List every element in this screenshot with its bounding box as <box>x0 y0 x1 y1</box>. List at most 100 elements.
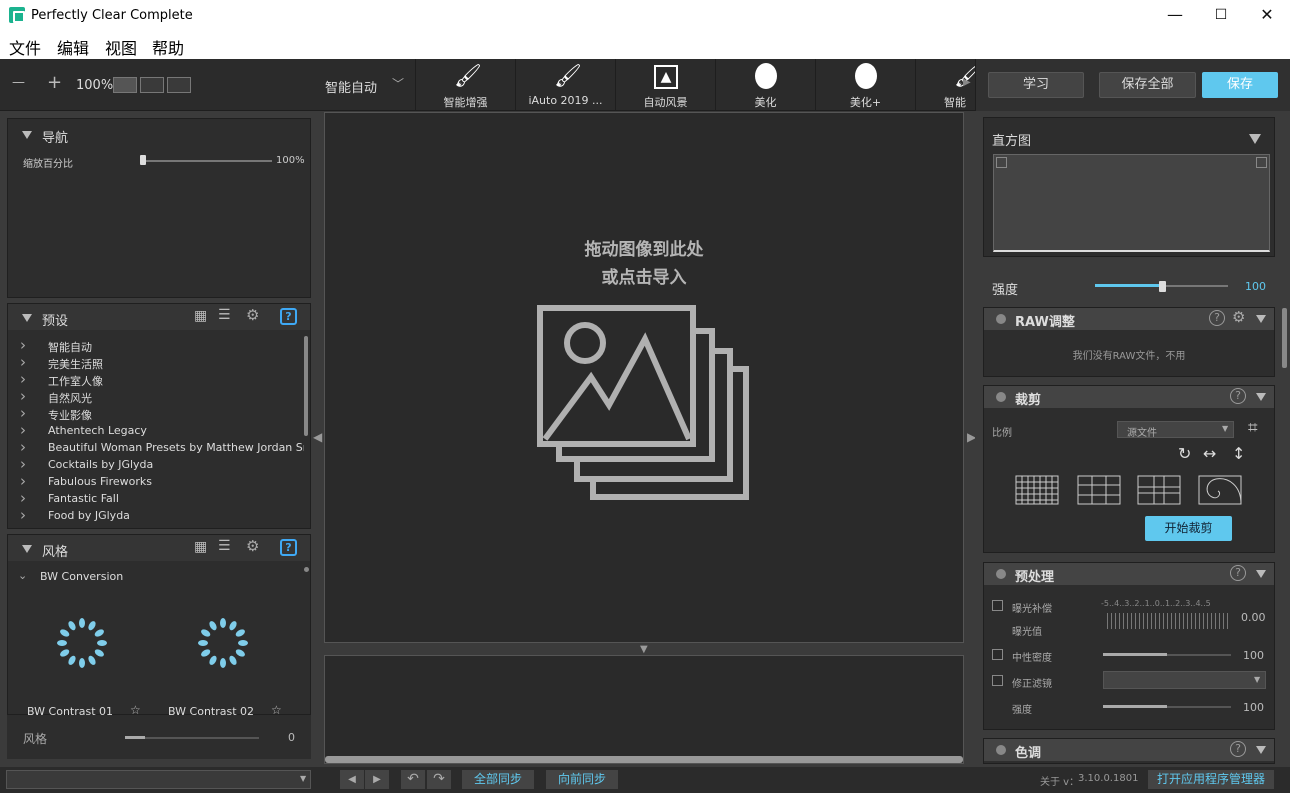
golden-spiral-icon[interactable] <box>1198 475 1242 505</box>
help-icon[interactable]: ? <box>1230 388 1246 404</box>
flip-vertical-icon[interactable]: ↕ <box>1232 444 1245 463</box>
view-split-button[interactable] <box>140 77 164 93</box>
gear-icon[interactable]: ⚙ <box>246 537 259 555</box>
chevron-down-icon: ▼ <box>1222 424 1229 433</box>
collapse-triangle-icon[interactable] <box>1256 315 1266 323</box>
menu-view[interactable]: 视图 <box>105 35 137 59</box>
sync-all-button[interactable]: 全部同步 <box>462 770 534 789</box>
exposure-label: 曝光补偿 <box>1012 604 1052 615</box>
grid-view-icon[interactable]: ▦ <box>194 539 207 555</box>
collapse-bottom-icon[interactable]: ▼ <box>640 644 648 655</box>
zoom-in-button[interactable]: + <box>47 72 62 93</box>
exposure-checkbox[interactable] <box>992 600 1003 611</box>
save-button[interactable]: 保存 <box>1202 72 1278 98</box>
save-all-button[interactable]: 保存全部 <box>1099 72 1196 98</box>
tool-auto-landscape[interactable]: ▲ 自动风景 <box>615 59 715 111</box>
tool-smart-enhance[interactable]: 🖌 智能增强 <box>415 59 515 111</box>
right-scrollbar[interactable] <box>1282 308 1287 368</box>
view-single-button[interactable] <box>113 77 137 93</box>
chevron-down-icon: ▼ <box>1254 675 1261 684</box>
exposure-ruler[interactable] <box>1107 613 1231 629</box>
zoom-percent-label: 缩放百分比 <box>23 159 73 170</box>
help-icon[interactable]: ? <box>1209 310 1225 326</box>
previous-image-button[interactable]: ◀ <box>340 770 364 789</box>
zoom-slider-thumb[interactable] <box>140 155 146 165</box>
collapse-triangle-icon[interactable] <box>22 314 32 322</box>
collapse-triangle-icon[interactable] <box>1256 393 1266 401</box>
list-view-icon[interactable]: ☰ <box>218 307 231 323</box>
presets-scrollbar[interactable] <box>304 336 308 436</box>
help-icon[interactable]: ? <box>280 308 297 325</box>
toggle-dot-icon[interactable] <box>996 314 1006 324</box>
redo-button[interactable]: ↷ <box>427 770 451 789</box>
zoom-out-button[interactable]: — <box>12 75 25 90</box>
toggle-dot-icon[interactable] <box>996 569 1006 579</box>
grid-thirds-icon[interactable] <box>1077 475 1121 505</box>
neutral-density-checkbox[interactable] <box>992 649 1003 660</box>
grid-fine-icon[interactable] <box>1015 475 1059 505</box>
style-strength-track[interactable] <box>125 737 259 739</box>
start-crop-button[interactable]: 开始裁剪 <box>1145 516 1232 541</box>
style-strength-value: 0 <box>288 731 295 744</box>
crop-ratio-select[interactable]: 源文件 ▼ <box>1117 421 1234 439</box>
tool-iauto-2019[interactable]: 🖌 iAuto 2019 ... <box>515 59 615 111</box>
help-icon[interactable]: ? <box>280 539 297 556</box>
zoom-slider-track[interactable] <box>142 160 272 162</box>
workspace-select[interactable]: ▼ <box>6 770 311 789</box>
menu-help[interactable]: 帮助 <box>152 35 184 59</box>
spinner-petal <box>229 655 237 665</box>
flip-horizontal-icon[interactable]: ↔ <box>1203 444 1216 463</box>
tool-beautify-plus[interactable]: 美化+ <box>815 59 915 111</box>
menu-file[interactable]: 文件 <box>9 35 41 59</box>
maximize-button[interactable]: ☐ <box>1198 0 1244 31</box>
view-side-by-side-button[interactable] <box>167 77 191 93</box>
toggle-dot-icon[interactable] <box>996 745 1006 755</box>
chevron-down-icon[interactable]: ﹀ <box>392 75 404 92</box>
next-image-button[interactable]: ▶ <box>365 770 389 789</box>
collapse-triangle-icon[interactable] <box>22 131 32 139</box>
filter-select[interactable]: ▼ <box>1103 671 1266 689</box>
tool-beautify[interactable]: 美化 <box>715 59 815 111</box>
chevron-down-icon[interactable]: ⌄ <box>18 569 27 582</box>
rotate-icon[interactable]: ↻ <box>1178 444 1191 463</box>
preset-select[interactable]: 智能自动 <box>325 77 377 96</box>
help-icon[interactable]: ? <box>1230 565 1246 581</box>
collapse-triangle-icon[interactable] <box>22 545 32 553</box>
collapse-triangle-icon[interactable] <box>1256 570 1266 578</box>
app-manager-button[interactable]: 打开应用程序管理器 <box>1148 770 1274 789</box>
sync-forward-button[interactable]: 向前同步 <box>546 770 618 789</box>
gear-icon[interactable]: ⚙ <box>1232 308 1245 326</box>
gear-icon[interactable]: ⚙ <box>246 306 259 324</box>
spinner-petal <box>57 640 67 646</box>
grid-golden-icon[interactable] <box>1137 475 1181 505</box>
spinner-petal <box>60 629 70 637</box>
filter-checkbox[interactable] <box>992 675 1003 686</box>
crop-title: 裁剪 <box>1015 393 1042 408</box>
learn-button[interactable]: 学习 <box>988 72 1084 98</box>
collapse-triangle-icon[interactable] <box>1256 746 1266 754</box>
crop-icon[interactable]: ⌗ <box>1248 418 1258 438</box>
raw-panel: RAW调整 ? ⚙ 我们没有RAW文件，不用 <box>983 307 1275 377</box>
strength-slider-thumb[interactable] <box>1158 281 1166 292</box>
list-view-icon[interactable]: ☰ <box>218 538 231 554</box>
toggle-dot-icon[interactable] <box>996 392 1006 402</box>
help-icon[interactable]: ? <box>1230 741 1246 757</box>
tools-scroll-right-icon[interactable]: ▶ <box>963 77 971 88</box>
style-scrollbar[interactable] <box>304 567 309 572</box>
image-canvas[interactable]: 拖动图像到此处 或点击导入 <box>324 112 964 643</box>
spinner-petal <box>201 629 211 637</box>
filmstrip-scrollbar[interactable] <box>325 756 963 763</box>
preprocess-title: 预处理 <box>1015 570 1055 585</box>
grid-view-icon[interactable]: ▦ <box>194 308 207 324</box>
collapse-left-icon[interactable]: ◀ <box>313 430 322 444</box>
shadow-clip-toggle[interactable] <box>996 157 1007 168</box>
collapse-triangle-icon[interactable] <box>1249 134 1261 144</box>
close-button[interactable]: ✕ <box>1244 0 1290 31</box>
menu-edit[interactable]: 编辑 <box>57 35 89 59</box>
minimize-button[interactable]: — <box>1152 0 1198 31</box>
undo-button[interactable]: ↶ <box>401 770 425 789</box>
highlight-clip-toggle[interactable] <box>1256 157 1267 168</box>
histogram-title: 直方图 <box>992 134 1032 149</box>
tool-smart[interactable]: 🖌 智能 <box>915 59 982 111</box>
import-images-icon[interactable] <box>537 305 753 503</box>
